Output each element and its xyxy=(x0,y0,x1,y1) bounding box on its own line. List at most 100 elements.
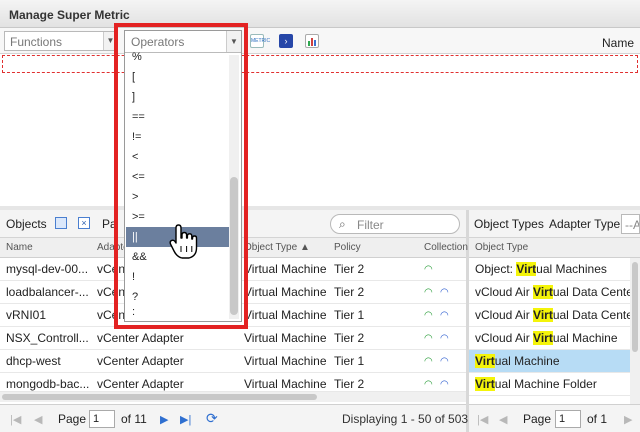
scroll-thumb[interactable] xyxy=(230,177,238,315)
title-bar: Manage Super Metric xyxy=(0,0,640,28)
operator-item[interactable]: ! xyxy=(126,267,229,287)
cell-object-type: Virtual Machine xyxy=(244,377,327,391)
page-count: of 11 xyxy=(121,412,147,426)
collecting-icon: ◠ xyxy=(424,356,433,367)
cell-policy: Tier 2 xyxy=(334,262,365,276)
object-types-scrollbar[interactable] xyxy=(630,258,640,404)
collecting-icon: ◠ xyxy=(424,379,433,390)
list-item[interactable]: vCloud Air Virtual Data Center xyxy=(469,281,640,304)
object-types-header: Object Type xyxy=(469,238,640,258)
object-types-label: Object Types xyxy=(474,217,544,231)
table-row[interactable]: dhcp-west vCenter Adapter Virtual Machin… xyxy=(0,350,466,373)
list-item[interactable]: Virtual Machine Folder xyxy=(469,373,640,396)
operator-item[interactable]: : xyxy=(126,305,229,321)
window-title: Manage Super Metric xyxy=(9,8,130,22)
operator-item[interactable]: == xyxy=(126,107,229,127)
collecting-icon: ◠ xyxy=(424,287,433,298)
cell-name: loadbalancer-... xyxy=(6,285,89,299)
operator-item[interactable]: [ xyxy=(126,67,229,87)
data-receiving-icon: ◠ xyxy=(440,310,449,321)
collecting-icon: ◠ xyxy=(424,333,433,344)
list-item[interactable]: vCloud Air Virtual Machine xyxy=(469,327,640,350)
table-row[interactable]: NSX_Controll... vCenter Adapter Virtual … xyxy=(0,327,466,350)
object-type-label: Object: Virtual Machines xyxy=(475,262,607,276)
formula-editor[interactable] xyxy=(2,55,638,73)
page-label: Page xyxy=(523,412,552,426)
object-types-toolbar: Object Types Adapter Type: --Al xyxy=(469,210,640,238)
object-type-label: vCloud Air Virtual Data Center:Virt xyxy=(475,308,640,322)
filter-input[interactable]: ⌕ Filter xyxy=(330,214,460,234)
functions-value: Functions xyxy=(10,35,63,49)
cell-policy: Tier 2 xyxy=(334,331,365,345)
page-label: Page xyxy=(58,412,87,426)
data-receiving-icon: ◠ xyxy=(440,356,449,367)
operator-item[interactable]: ] xyxy=(126,87,229,107)
operator-item[interactable]: ? xyxy=(126,287,229,307)
data-receiving-icon: ◠ xyxy=(440,379,449,390)
cell-policy: Tier 2 xyxy=(334,285,365,299)
last-page-icon[interactable]: ▶| xyxy=(180,413,191,426)
object-types-pager: |◀ ◀ Page 1 of 1 ▶ xyxy=(469,404,640,432)
cell-object-type: Virtual Machine xyxy=(244,308,327,322)
table-row[interactable]: mongodb-bac... vCenter Adapter Virtual M… xyxy=(0,373,466,392)
first-page-icon[interactable]: |◀ xyxy=(477,413,488,426)
page-input[interactable]: 1 xyxy=(555,410,581,428)
data-receiving-icon: ◠ xyxy=(440,333,449,344)
col-collection[interactable]: Collection xyxy=(424,242,468,253)
page-input[interactable]: 1 xyxy=(89,410,115,428)
metrics-icon[interactable]: METRIC xyxy=(250,34,270,48)
cell-name: vRNI01 xyxy=(6,308,47,322)
dropdown-scrollbar[interactable] xyxy=(229,55,239,319)
hand-cursor-icon xyxy=(169,224,198,259)
copy-icon[interactable] xyxy=(55,217,67,229)
operator-item[interactable]: % xyxy=(126,47,229,67)
cell-name: NSX_Controll... xyxy=(6,331,89,345)
chart-icon[interactable] xyxy=(305,34,319,48)
cell-name: mysql-dev-00... xyxy=(6,262,89,276)
adapter-type-combo[interactable]: --Al xyxy=(621,214,640,234)
go-icon[interactable]: › xyxy=(279,34,293,48)
list-item[interactable]: Object: Virtual Machines xyxy=(469,258,640,281)
formula-workspace[interactable] xyxy=(0,74,640,208)
col-object-type[interactable]: Object Type ▲ xyxy=(244,242,310,253)
cell-policy: Tier 2 xyxy=(334,377,365,391)
object-type-label: Virtual Machine Folder xyxy=(475,377,597,391)
functions-combo[interactable]: Functions ▼ xyxy=(4,31,118,51)
filter-placeholder: Filter xyxy=(357,218,384,232)
col-object-type[interactable]: Object Type xyxy=(475,242,528,253)
cell-object-type: Virtual Machine xyxy=(244,331,327,345)
operators-dropdown[interactable]: Operators ▼ % [ ] == != < <= > >= || && … xyxy=(124,30,242,322)
scroll-thumb[interactable] xyxy=(632,262,638,352)
cell-name: dhcp-west xyxy=(6,354,61,368)
cell-policy: Tier 1 xyxy=(334,354,365,368)
cell-adapter: vCenter Adapter xyxy=(97,354,184,368)
collecting-icon: ◠ xyxy=(424,310,433,321)
operator-item[interactable]: > xyxy=(126,187,229,207)
data-receiving-icon: ◠ xyxy=(440,287,449,298)
operator-item[interactable]: != xyxy=(126,127,229,147)
page-count: of 1 xyxy=(587,412,608,426)
name-label: Name xyxy=(601,36,634,50)
cell-name: mongodb-bac... xyxy=(6,377,90,391)
first-page-icon[interactable]: |◀ xyxy=(10,413,21,426)
refresh-icon[interactable]: ⟳ xyxy=(206,410,218,427)
col-name[interactable]: Name xyxy=(6,242,33,253)
cell-object-type: Virtual Machine xyxy=(244,285,327,299)
adapter-type-value: --Al xyxy=(625,218,639,232)
next-page-icon[interactable]: ▶ xyxy=(160,413,168,426)
prev-page-icon[interactable]: ◀ xyxy=(34,413,42,426)
list-item-selected[interactable]: Virtual Machine xyxy=(469,350,640,373)
cell-policy: Tier 1 xyxy=(334,308,365,322)
scroll-thumb[interactable] xyxy=(2,394,317,400)
object-type-label: vCloud Air Virtual Data Center xyxy=(475,285,637,299)
list-item[interactable]: vCloud Air Virtual Data Center:Virt xyxy=(469,304,640,327)
objects-horizontal-scrollbar[interactable] xyxy=(0,392,466,402)
search-icon: ⌕ xyxy=(339,217,346,231)
operator-item[interactable]: <= xyxy=(126,167,229,187)
cell-adapter: vCenter Adapter xyxy=(97,377,184,391)
operator-item[interactable]: < xyxy=(126,147,229,167)
clear-icon[interactable]: × xyxy=(78,217,90,229)
next-page-icon[interactable]: ▶ xyxy=(624,413,632,426)
col-policy[interactable]: Policy xyxy=(334,242,361,253)
prev-page-icon[interactable]: ◀ xyxy=(499,413,507,426)
